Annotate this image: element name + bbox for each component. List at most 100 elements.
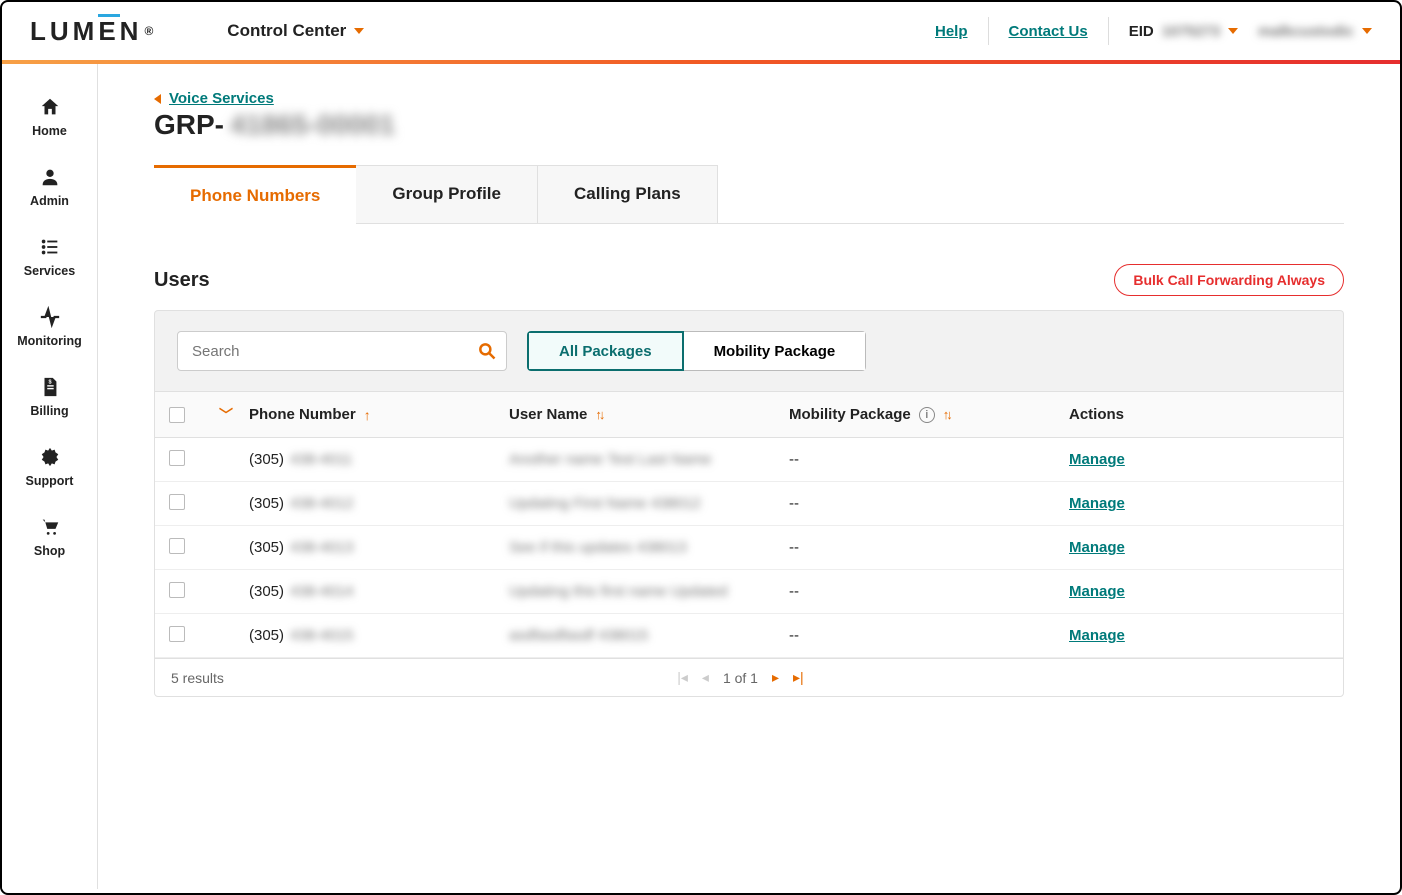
pager-first-icon[interactable]: |◂	[677, 669, 688, 686]
tab-phone-numbers[interactable]: Phone Numbers	[154, 165, 356, 224]
phone-prefix: (305)	[249, 451, 284, 468]
logo-text-pre: LUM	[30, 16, 98, 47]
brand-logo: LUMEN®	[30, 16, 157, 47]
phone-cell: (305) 438-4012	[249, 495, 509, 512]
package-cell: --	[789, 583, 1069, 600]
manage-link[interactable]: Manage	[1069, 583, 1125, 600]
col-label: Mobility Package	[789, 406, 911, 423]
app-window: LUMEN® Control Center Help Contact Us EI…	[0, 0, 1402, 895]
col-label: User Name	[509, 406, 587, 423]
breadcrumb: Voice Services	[154, 90, 1344, 107]
topbar-right: Help Contact Us EID 1075273 malkcustodic	[935, 17, 1372, 45]
logo-text-post: N	[120, 16, 143, 47]
filter-mobility-package[interactable]: Mobility Package	[684, 331, 867, 371]
manage-link[interactable]: Manage	[1069, 539, 1125, 556]
sidebar-item-label: Admin	[30, 194, 69, 208]
tab-label: Group Profile	[392, 184, 501, 203]
row-checkbox[interactable]	[169, 450, 185, 466]
sort-asc-icon: ↑	[364, 407, 371, 423]
sidebar-item-label: Home	[32, 124, 67, 138]
phone-prefix: (305)	[249, 495, 284, 512]
pager-last-icon[interactable]: ▸|	[793, 669, 804, 686]
phone-cell: (305) 438-4014	[249, 583, 509, 600]
manage-link[interactable]: Manage	[1069, 451, 1125, 468]
phone-number: 438-4014	[290, 583, 353, 600]
sidebar-item-support[interactable]: Support	[2, 432, 97, 502]
gear-icon	[39, 446, 61, 468]
user-dropdown[interactable]: malkcustodic	[1258, 23, 1372, 40]
activity-icon	[39, 306, 61, 328]
phone-cell: (305) 438-4013	[249, 539, 509, 556]
manage-link[interactable]: Manage	[1069, 495, 1125, 512]
select-all-checkbox[interactable]	[169, 407, 185, 423]
body: Home Admin Services Monitoring $ Billing…	[2, 64, 1400, 889]
users-table: ﹀ Phone Number ↑ User Name ↑↓ Mobility P…	[154, 391, 1344, 697]
help-link[interactable]: Help	[935, 23, 968, 40]
sidebar-item-home[interactable]: Home	[2, 82, 97, 152]
sidebar: Home Admin Services Monitoring $ Billing…	[2, 64, 98, 889]
col-user-name[interactable]: User Name ↑↓	[509, 406, 789, 423]
phone-number: 438-4011	[290, 451, 352, 468]
table-row: (305) 438-4015asdfasdfasdf 438015--Manag…	[155, 614, 1343, 658]
main-content: Voice Services GRP-41865-00001 Phone Num…	[98, 64, 1400, 889]
row-checkbox[interactable]	[169, 582, 185, 598]
eid-label: EID	[1129, 23, 1154, 40]
table-row: (305) 438-4011Another name Test Last Nam…	[155, 438, 1343, 482]
user-name-cell: Updating this first name Updated	[509, 583, 727, 600]
tab-calling-plans[interactable]: Calling Plans	[538, 165, 718, 223]
svg-text:$: $	[48, 379, 51, 385]
sidebar-item-services[interactable]: Services	[2, 222, 97, 292]
eid-dropdown[interactable]: EID 1075273	[1129, 23, 1238, 40]
expand-column-toggle[interactable]: ﹀	[219, 405, 233, 425]
sidebar-item-label: Support	[26, 474, 74, 488]
cart-icon	[39, 516, 61, 538]
table-body: (305) 438-4011Another name Test Last Nam…	[155, 438, 1343, 658]
chevron-down-icon	[1362, 28, 1372, 34]
divider	[1108, 17, 1109, 45]
info-icon[interactable]: i	[919, 407, 935, 423]
search-input[interactable]	[177, 331, 507, 371]
bulk-call-forwarding-button[interactable]: Bulk Call Forwarding Always	[1114, 264, 1344, 296]
logo-e: E	[98, 16, 119, 47]
pager-next-icon[interactable]: ▸	[772, 669, 779, 686]
sidebar-item-monitoring[interactable]: Monitoring	[2, 292, 97, 362]
breadcrumb-parent-link[interactable]: Voice Services	[169, 90, 274, 107]
sidebar-item-billing[interactable]: $ Billing	[2, 362, 97, 432]
phone-prefix: (305)	[249, 539, 284, 556]
chevron-left-icon	[154, 94, 161, 104]
row-checkbox[interactable]	[169, 626, 185, 642]
tab-group-profile[interactable]: Group Profile	[356, 165, 538, 223]
package-cell: --	[789, 627, 1069, 644]
user-name: malkcustodic	[1258, 23, 1354, 40]
user-name-cell: Updating First Name 438012	[509, 495, 701, 512]
filter-all-packages[interactable]: All Packages	[527, 331, 684, 371]
phone-prefix: (305)	[249, 627, 284, 644]
sort-icon: ↑↓	[595, 407, 602, 422]
col-label: Actions	[1069, 406, 1124, 423]
manage-link[interactable]: Manage	[1069, 627, 1125, 644]
divider	[988, 17, 989, 45]
col-actions: Actions	[1069, 406, 1329, 423]
portal-switcher[interactable]: Control Center	[227, 21, 364, 41]
col-label: Phone Number	[249, 406, 356, 423]
page-title: GRP-41865-00001	[154, 109, 1344, 141]
sidebar-item-label: Billing	[30, 404, 68, 418]
sort-icon: ↑↓	[943, 407, 950, 422]
chevron-down-icon	[1228, 28, 1238, 34]
phone-number: 438-4012	[290, 495, 353, 512]
title-prefix: GRP-	[154, 109, 224, 141]
col-phone-number[interactable]: Phone Number ↑	[249, 406, 509, 423]
sidebar-item-admin[interactable]: Admin	[2, 152, 97, 222]
phone-number: 438-4015	[290, 627, 353, 644]
contact-link[interactable]: Contact Us	[1009, 23, 1088, 40]
row-checkbox[interactable]	[169, 494, 185, 510]
table-row: (305) 438-4014Updating this first name U…	[155, 570, 1343, 614]
topbar: LUMEN® Control Center Help Contact Us EI…	[2, 2, 1400, 64]
phone-number: 438-4013	[290, 539, 353, 556]
sidebar-item-shop[interactable]: Shop	[2, 502, 97, 572]
sidebar-item-label: Shop	[34, 544, 65, 558]
col-mobility-package[interactable]: Mobility Package i ↑↓	[789, 406, 1069, 423]
pager-prev-icon[interactable]: ◂	[702, 669, 709, 686]
row-checkbox[interactable]	[169, 538, 185, 554]
invoice-icon: $	[39, 376, 61, 398]
